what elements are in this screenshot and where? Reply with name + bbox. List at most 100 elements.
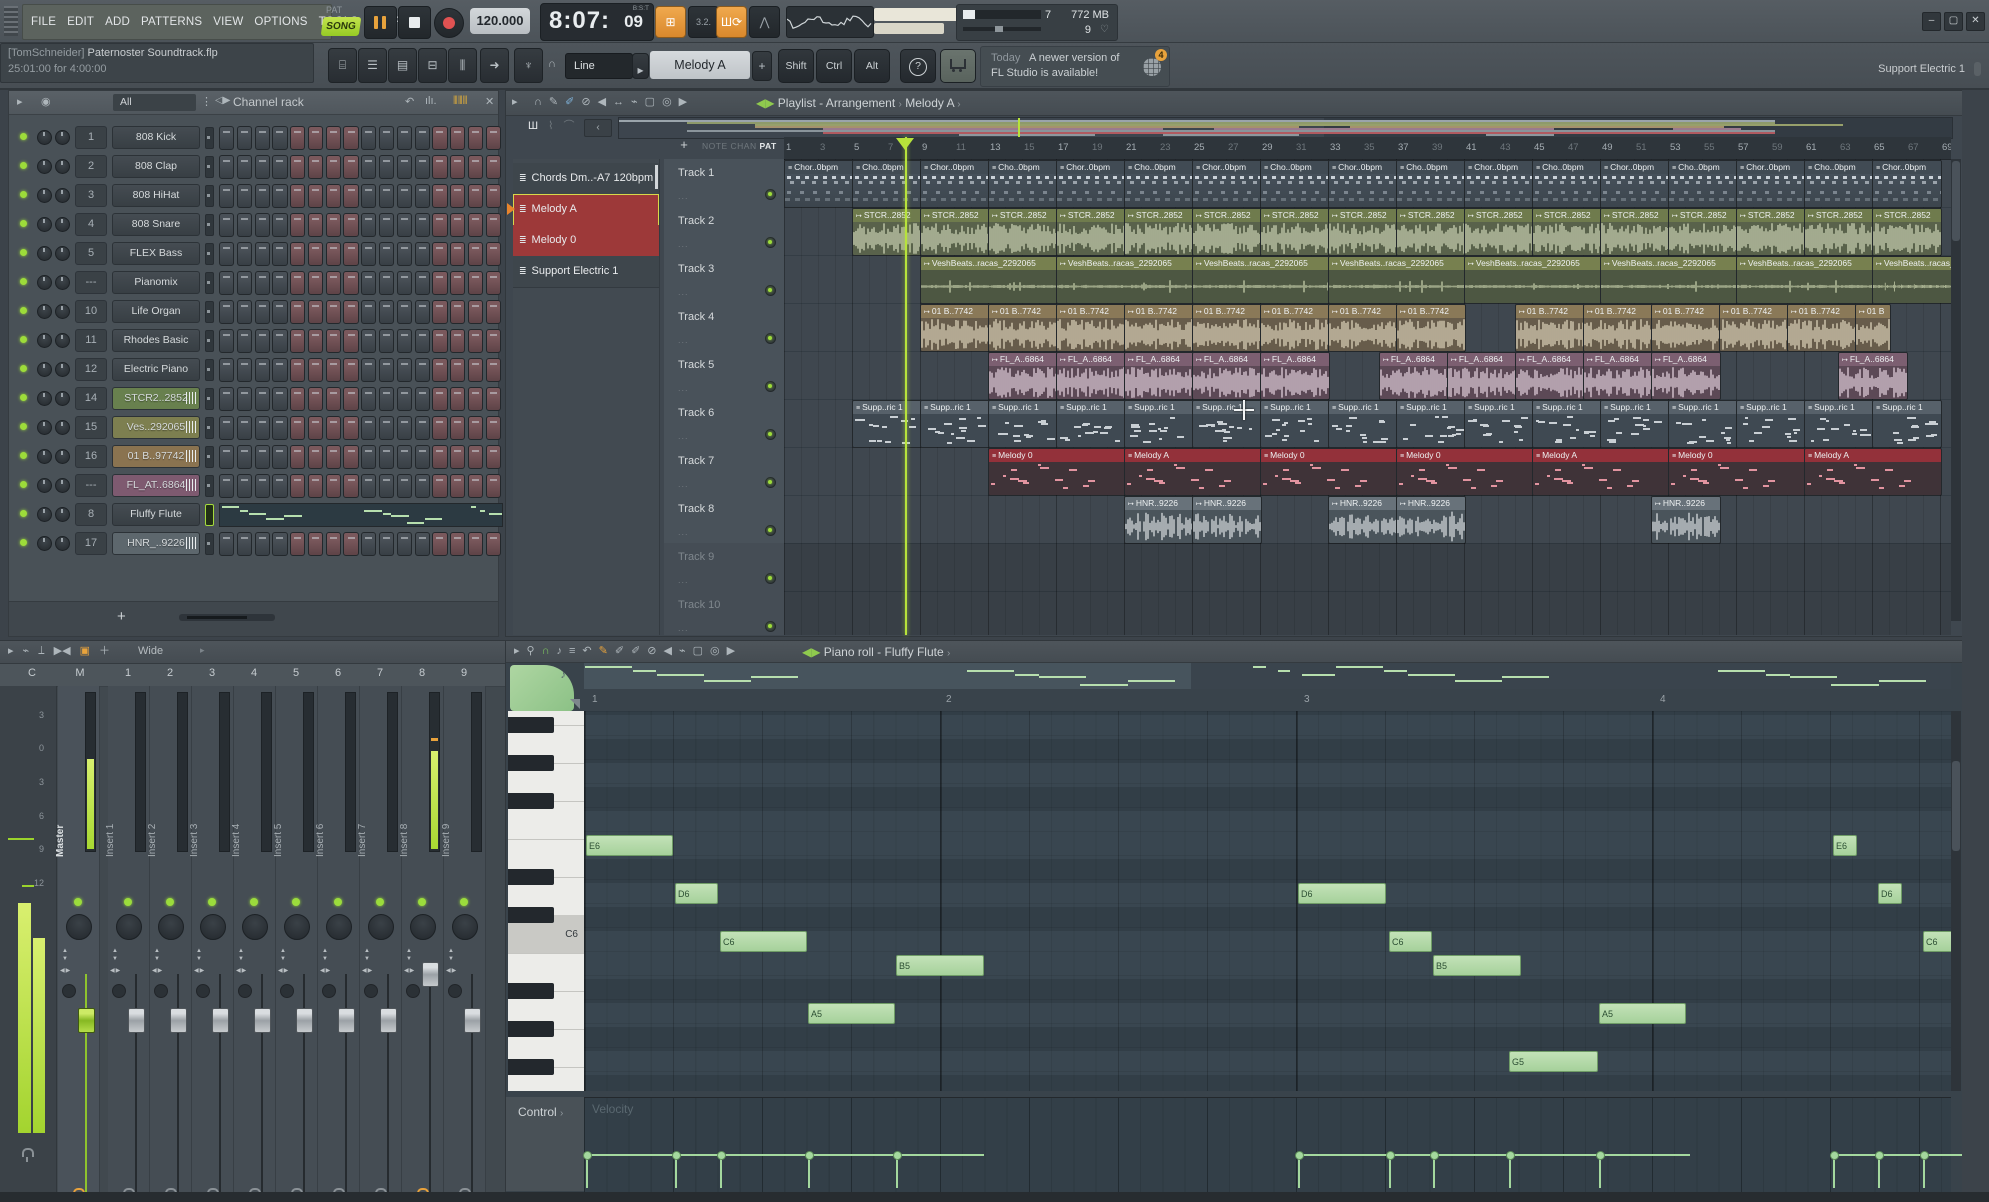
step-cell[interactable] <box>308 358 323 382</box>
step-cell[interactable] <box>361 532 376 556</box>
channel-name-button[interactable]: Ves..292065 <box>112 416 200 439</box>
mixer-strip-insert8[interactable]: Insert 8▲▼◀▶◷ <box>402 686 444 1202</box>
channel-number[interactable]: 14 <box>75 387 107 410</box>
channel-target-slot[interactable] <box>205 330 214 352</box>
step-cell[interactable] <box>255 532 270 556</box>
step-cell[interactable] <box>486 329 501 353</box>
volume-knob[interactable] <box>55 159 70 174</box>
clip-audio[interactable]: ↦01 B..7742 <box>1719 304 1789 352</box>
channel-number[interactable]: 16 <box>75 445 107 468</box>
clip-notes[interactable]: ≡Supp..ric 1 <box>1260 400 1330 448</box>
black-key[interactable] <box>508 869 554 885</box>
slice-icon[interactable]: ⌁ <box>679 644 686 658</box>
step-cell[interactable] <box>379 358 394 382</box>
track-led[interactable] <box>765 285 776 296</box>
velocity-cap[interactable] <box>717 1151 726 1160</box>
volume-knob[interactable] <box>55 478 70 493</box>
pattern-item[interactable]: ≣Support Electric 1 <box>513 256 659 288</box>
clip-audio[interactable]: ↦STCR..2852 <box>988 208 1058 256</box>
minimize-button[interactable]: – <box>1922 12 1941 31</box>
step-cell[interactable] <box>486 126 501 150</box>
step-cell[interactable] <box>486 387 501 411</box>
channel-led[interactable] <box>20 220 27 227</box>
pan-knob[interactable] <box>37 130 52 145</box>
track-lane[interactable] <box>784 591 1951 635</box>
step-cell[interactable] <box>237 155 252 179</box>
leftright-arrows-icon[interactable]: ◀▶ <box>236 968 247 975</box>
channel-name-button[interactable]: FL_AT..6864 <box>112 474 200 497</box>
mixer-strip-insert9[interactable]: Insert 9▲▼◀▶◷ <box>444 686 486 1202</box>
step-cell[interactable] <box>255 271 270 295</box>
clip-notes[interactable]: ≡Melody 0 <box>1260 448 1398 496</box>
clip-audio[interactable]: ↦VeshBeats..racas_2292065 <box>1872 256 1951 304</box>
piano-note[interactable]: B5 <box>1433 955 1521 976</box>
scroll-left-button[interactable]: ‹ <box>584 119 612 137</box>
clip-audio[interactable]: ↦01 B..7742 <box>1124 304 1194 352</box>
step-cell[interactable] <box>219 387 234 411</box>
step-cell[interactable] <box>415 155 430 179</box>
clip-audio[interactable]: ↦FL_A..6864 <box>1379 352 1449 400</box>
velocity-cap[interactable] <box>583 1151 592 1160</box>
strip-circle-button[interactable] <box>112 984 126 998</box>
channel-number[interactable]: 2 <box>75 155 107 178</box>
paint-icon[interactable]: ✐ <box>565 95 574 109</box>
step-cell[interactable] <box>432 242 447 266</box>
playlist-toggle-button[interactable]: ⊞ <box>655 6 686 38</box>
automation-filter-icon[interactable]: ⌒ <box>563 119 574 133</box>
step-cell[interactable] <box>237 387 252 411</box>
step-cell[interactable] <box>361 184 376 208</box>
channel-name-button[interactable]: STCR2..2852 <box>112 387 200 410</box>
channel-name-button[interactable]: Rhodes Basic <box>112 329 200 352</box>
strip-knob[interactable] <box>66 914 92 940</box>
playlist-minimap[interactable] <box>618 117 1953 139</box>
clip-audio[interactable]: ↦STCR..2852 <box>1804 208 1874 256</box>
black-key[interactable] <box>508 755 554 771</box>
step-cell[interactable] <box>308 126 323 150</box>
step-cell[interactable] <box>272 213 287 237</box>
track-options-dots[interactable]: ... <box>678 335 689 345</box>
pattern-item[interactable]: ≣Chords Dm..-A7 120bpm <box>513 163 659 195</box>
timeline-bar-number[interactable]: 39 <box>1432 142 1443 153</box>
track-led[interactable] <box>765 525 776 536</box>
pencil-icon[interactable]: ✎ <box>549 95 558 109</box>
step-cell[interactable] <box>343 242 358 266</box>
timeline-bar-number[interactable]: 11 <box>956 142 966 153</box>
track-options-dots[interactable]: ... <box>678 623 689 633</box>
strip-led[interactable] <box>250 898 258 906</box>
pan-knob[interactable] <box>37 304 52 319</box>
step-cell[interactable] <box>237 242 252 266</box>
velocity-lane[interactable]: Velocity <box>584 1097 1951 1192</box>
step-cell[interactable] <box>255 387 270 411</box>
track-lane[interactable]: ↦STCR..2852↦STCR..2852↦STCR..2852↦STCR..… <box>784 207 1951 256</box>
step-cell[interactable] <box>397 213 412 237</box>
fader-handle[interactable] <box>296 1008 313 1033</box>
undo-icon[interactable]: ↶ <box>582 644 591 658</box>
step-cell[interactable] <box>397 184 412 208</box>
clip-audio[interactable]: ↦FL_A..6864 <box>1260 352 1330 400</box>
piano-note[interactable]: D6 <box>1878 883 1902 904</box>
playback-icon[interactable]: ▶ <box>679 95 687 109</box>
step-cell[interactable] <box>308 242 323 266</box>
rack-scrollbar[interactable] <box>179 614 275 621</box>
updown-arrows-icon2[interactable]: ▼ <box>112 956 118 963</box>
clip-audio[interactable]: ↦STCR..2852 <box>1532 208 1602 256</box>
mixer-view-selector[interactable]: Wide <box>138 645 163 657</box>
zoom-icon[interactable]: ◎ <box>710 644 720 658</box>
timeline-bar-number[interactable]: 1 <box>786 142 791 153</box>
step-cell[interactable] <box>237 184 252 208</box>
step-cell[interactable] <box>432 532 447 556</box>
mixer-strip-insert2[interactable]: Insert 2▲▼◀▶◷ <box>150 686 192 1202</box>
step-cell[interactable] <box>397 532 412 556</box>
channel-number[interactable]: 12 <box>75 358 107 381</box>
clip-steps[interactable]: ≡Cho..0bpm <box>1396 160 1466 208</box>
mixer-header-1[interactable]: 1 <box>118 667 138 679</box>
step-cell[interactable] <box>326 213 341 237</box>
pat-mode-label[interactable]: PAT <box>326 5 342 15</box>
leftright-arrows-icon[interactable]: ◀▶ <box>320 968 331 975</box>
clip-audio[interactable]: ↦01 B..7742 <box>1056 304 1126 352</box>
step-cell[interactable] <box>379 474 394 498</box>
velocity-cap[interactable] <box>1830 1151 1839 1160</box>
clip-audio[interactable]: ↦01 B..7742 <box>1192 304 1262 352</box>
clip-audio[interactable]: ↦FL_A..6864 <box>1447 352 1517 400</box>
clip-steps[interactable]: ≡Chor..0bpm <box>1872 160 1942 208</box>
